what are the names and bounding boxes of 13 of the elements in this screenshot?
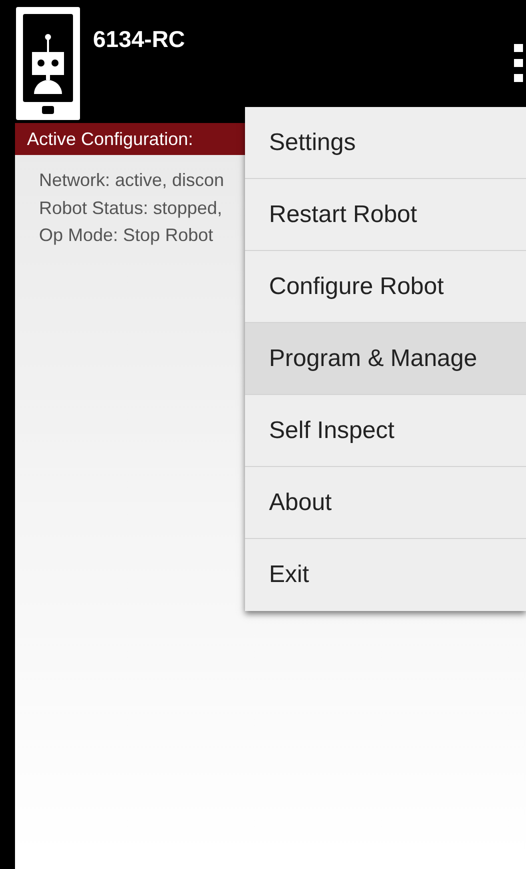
- status-text: Robot Status: stopped,: [39, 196, 222, 220]
- menu-item[interactable]: Program & Manage: [245, 323, 526, 395]
- section-header: Active Configuration:: [27, 129, 194, 149]
- app-title: 6134-RC: [93, 25, 186, 54]
- overflow-menu-icon[interactable]: [514, 44, 526, 82]
- menu-item[interactable]: Exit: [245, 539, 526, 611]
- menu-item[interactable]: About: [245, 467, 526, 539]
- status-text: Network: active, discon: [39, 169, 224, 192]
- menu-item[interactable]: Self Inspect: [245, 395, 526, 467]
- menu-item[interactable]: Settings: [245, 107, 526, 179]
- status-text: Op Mode: Stop Robot: [39, 224, 214, 247]
- menu-item[interactable]: Configure Robot: [245, 251, 526, 323]
- menu-item[interactable]: Restart Robot: [245, 179, 526, 251]
